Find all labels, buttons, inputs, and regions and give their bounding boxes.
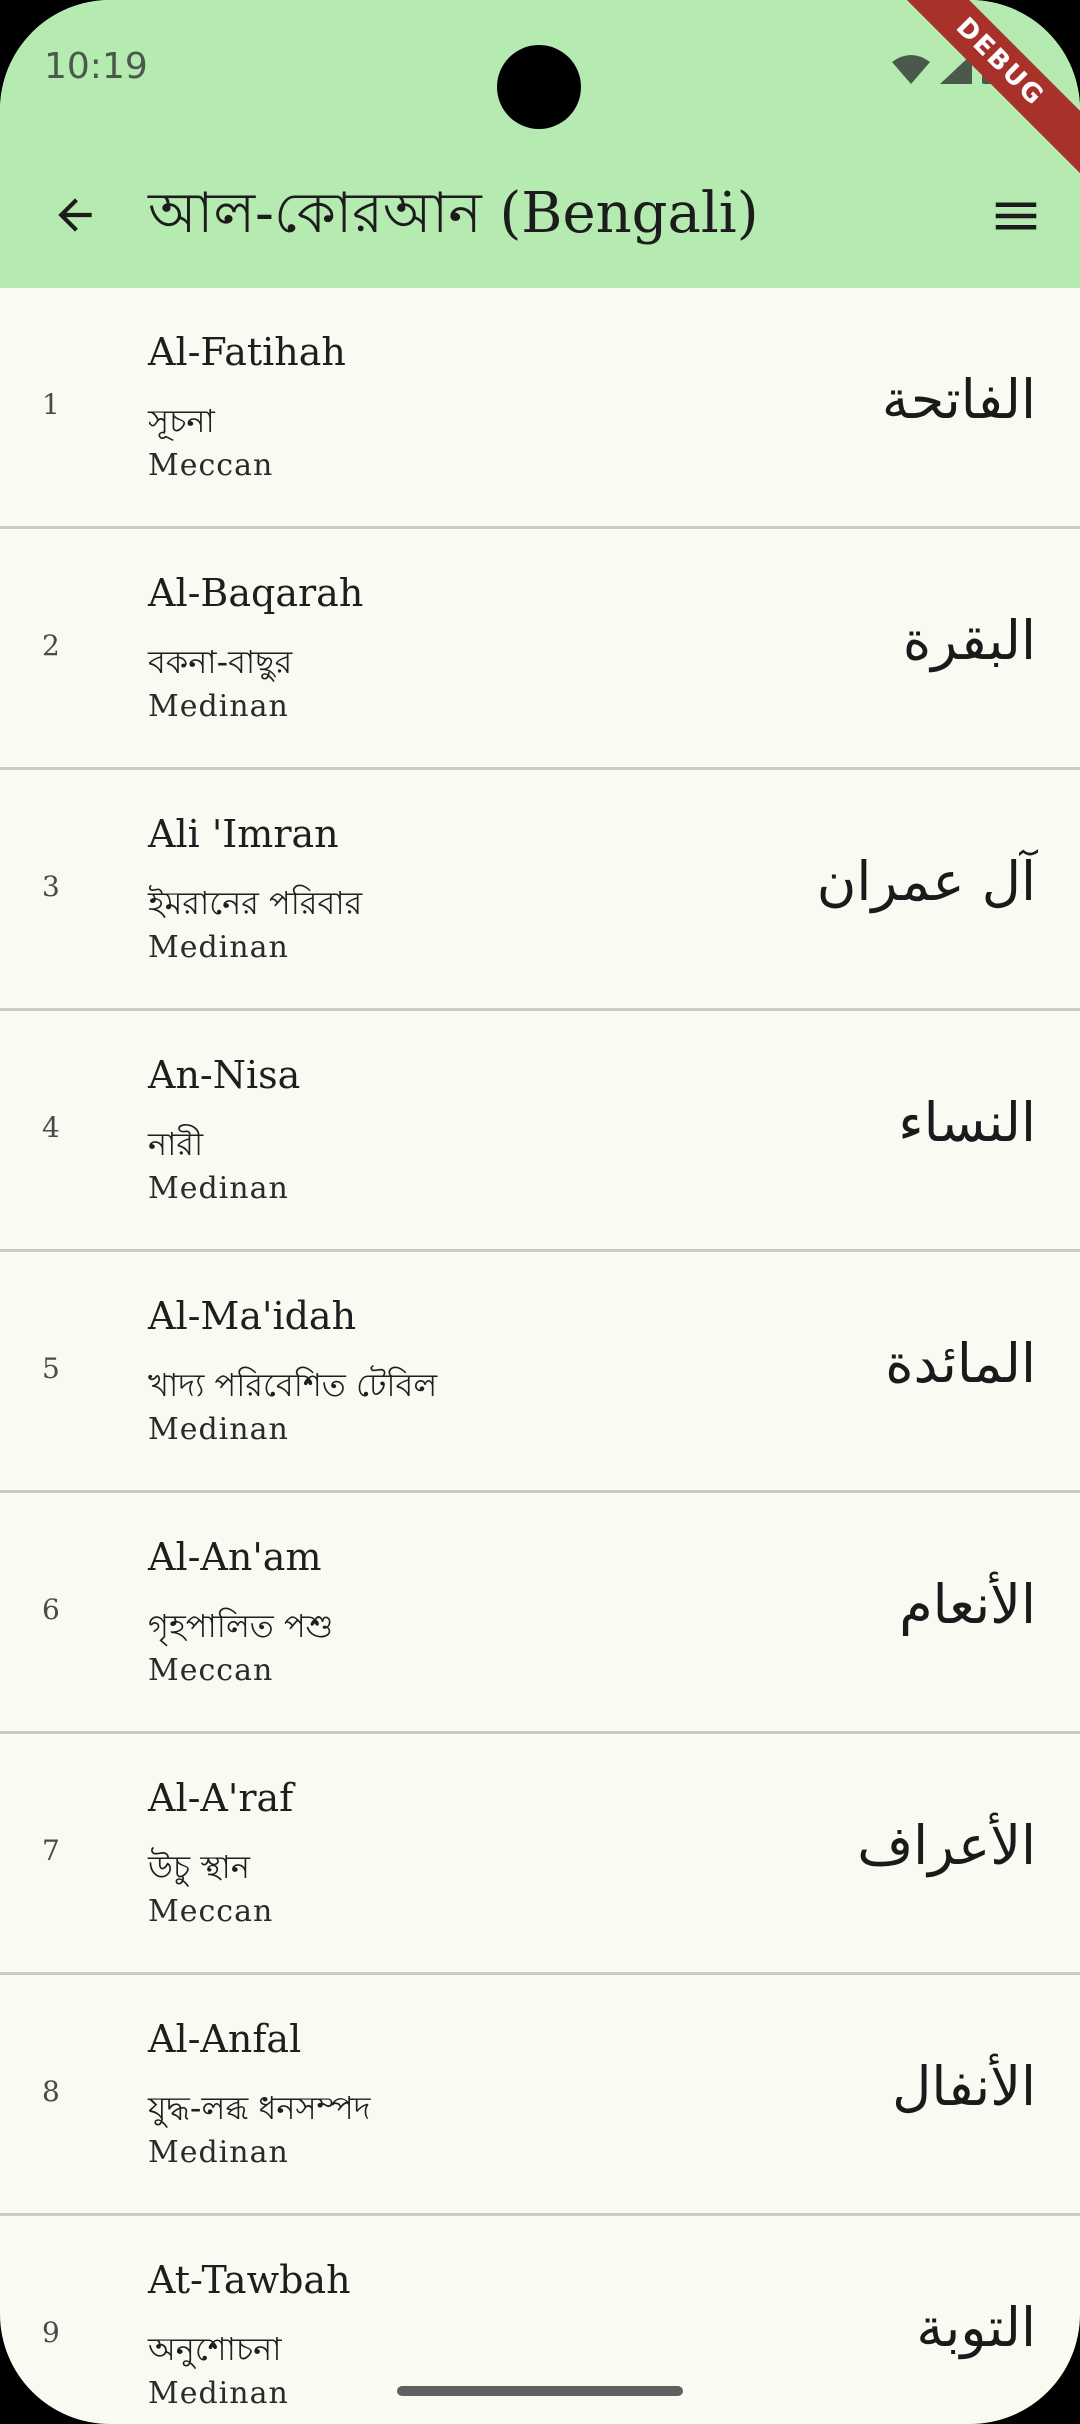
surah-name-bengali: সূচনা	[148, 402, 215, 440]
surah-origin: Medinan	[148, 2135, 289, 2170]
hamburger-menu-icon	[995, 202, 1037, 230]
wifi-icon	[892, 55, 930, 84]
surah-name-arabic: الفاتحة	[881, 368, 1036, 431]
surah-number: 5	[42, 1352, 60, 1385]
surah-name-english: An-Nisa	[148, 1053, 301, 1097]
app-header: 10:19 DEBUG আল-কোরআন (Bengali)	[0, 0, 1080, 288]
surah-name-english: Ali 'Imran	[148, 812, 339, 856]
page-title: আল-কোরআন (Bengali)	[148, 181, 759, 246]
home-indicator[interactable]	[397, 2386, 683, 2396]
surah-name-english: Al-Fatihah	[148, 330, 346, 374]
surah-name-arabic: التوبة	[916, 2296, 1036, 2359]
surah-number: 6	[42, 1593, 60, 1626]
surah-origin: Medinan	[148, 1412, 289, 1447]
surah-name-bengali: বকনা-বাছুর	[148, 643, 293, 681]
surah-name-bengali: অনুশোচনা	[148, 2330, 282, 2368]
surah-name-arabic: الأعراف	[857, 1814, 1036, 1877]
surah-origin: Medinan	[148, 1171, 289, 1206]
surah-number: 8	[42, 2075, 60, 2108]
surah-name-bengali: যুদ্ধ-লব্ধ ধনসম্পদ	[148, 2089, 371, 2127]
surah-origin: Medinan	[148, 930, 289, 965]
surah-name-bengali: গৃহপালিত পশু	[148, 1607, 334, 1645]
surah-origin: Meccan	[148, 448, 274, 483]
surah-name-english: Al-Anfal	[148, 2017, 302, 2061]
surah-name-arabic: الأنفال	[892, 2055, 1036, 2118]
arrow-left-icon	[58, 198, 92, 232]
surah-name-english: Al-Baqarah	[148, 571, 364, 615]
surah-row[interactable]: 6 Al-An'am গৃহপালিত পশু Meccan الأنعام	[0, 1493, 1080, 1734]
surah-name-bengali: ইমরানের পরিবার	[148, 884, 363, 922]
surah-row[interactable]: 1 Al-Fatihah সূচনা Meccan الفاتحة	[0, 288, 1080, 529]
surah-origin: Meccan	[148, 1894, 274, 1929]
surah-number: 2	[42, 629, 60, 662]
back-button[interactable]	[40, 180, 110, 250]
camera-cutout	[497, 45, 581, 129]
surah-row[interactable]: 2 Al-Baqarah বকনা-বাছুর Medinan البقرة	[0, 529, 1080, 770]
surah-number: 9	[42, 2316, 60, 2349]
surah-name-bengali: খাদ্য পরিবেশিত টেবিল	[148, 1366, 438, 1404]
surah-row[interactable]: 8 Al-Anfal যুদ্ধ-লব্ধ ধনসম্পদ Medinan ال…	[0, 1975, 1080, 2216]
surah-number: 4	[42, 1111, 60, 1144]
status-time: 10:19	[44, 46, 148, 87]
surah-name-english: Al-Ma'idah	[148, 1294, 357, 1338]
surah-number: 1	[42, 388, 60, 421]
debug-ribbon: DEBUG	[885, 0, 1080, 177]
surah-origin: Medinan	[148, 689, 289, 724]
surah-row[interactable]: 7 Al-A'raf উচু স্থান Meccan الأعراف	[0, 1734, 1080, 1975]
surah-number: 7	[42, 1834, 60, 1867]
surah-name-arabic: المائدة	[885, 1332, 1036, 1395]
surah-name-arabic: البقرة	[902, 609, 1036, 672]
surah-row[interactable]: 3 Ali 'Imran ইমরানের পরিবার Medinan آل ع…	[0, 770, 1080, 1011]
surah-name-bengali: উচু স্থান	[148, 1848, 250, 1886]
surah-name-arabic: النساء	[898, 1091, 1036, 1154]
surah-name-english: Al-A'raf	[148, 1776, 294, 1820]
surah-origin: Meccan	[148, 1653, 274, 1688]
surah-row[interactable]: 5 Al-Ma'idah খাদ্য পরিবেশিত টেবিল Medina…	[0, 1252, 1080, 1493]
surah-row[interactable]: 4 An-Nisa নারী Medinan النساء	[0, 1011, 1080, 1252]
app-screen: 10:19 DEBUG আল-কোরআন (Bengali) 1 Al-Fati…	[0, 0, 1080, 2424]
surah-list: 1 Al-Fatihah সূচনা Meccan الفاتحة 2 Al-B…	[0, 288, 1080, 2424]
surah-name-arabic: آل عمران	[816, 850, 1036, 913]
surah-name-english: At-Tawbah	[148, 2258, 351, 2302]
menu-button[interactable]	[980, 180, 1052, 252]
surah-name-bengali: নারী	[148, 1125, 204, 1163]
surah-name-arabic: الأنعام	[899, 1573, 1036, 1636]
surah-origin: Medinan	[148, 2376, 289, 2411]
surah-number: 3	[42, 870, 60, 903]
surah-name-english: Al-An'am	[148, 1535, 322, 1579]
